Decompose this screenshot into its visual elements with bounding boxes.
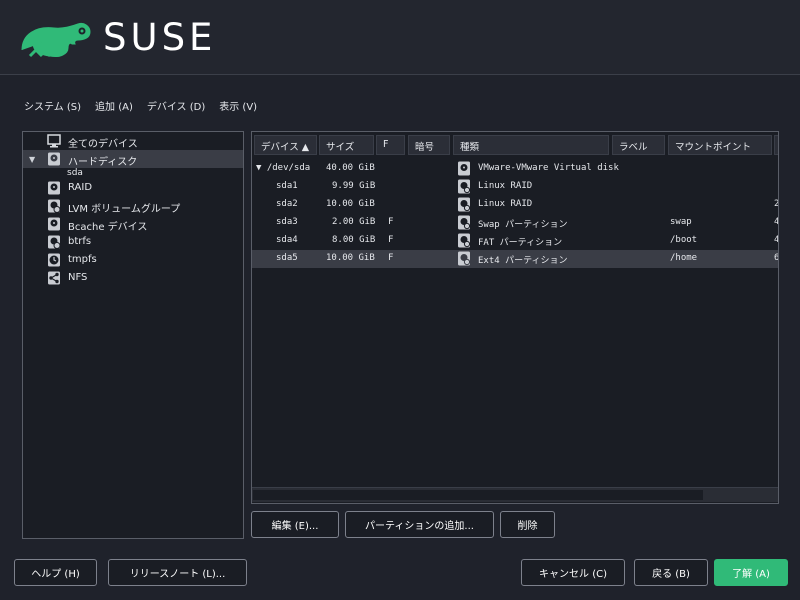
expand-arrow-icon[interactable]: ▼ — [29, 155, 35, 164]
tree-item-tmpfs[interactable]: tmpfs — [23, 251, 243, 269]
cell-overflow: 6 — [774, 253, 779, 263]
cell-device: ▼ /dev/sda — [256, 163, 311, 173]
help-button[interactable]: ヘルプ (H) — [14, 559, 97, 586]
column-header-device[interactable]: デバイス ▲ — [254, 135, 317, 155]
cell-size: 8.00 GiB — [332, 235, 376, 245]
tree-item-lvm[interactable]: LVM ボリュームグループ — [23, 197, 243, 215]
cell-size: 9.99 GiB — [332, 181, 376, 191]
cell-type: Ext4 パーティション — [478, 256, 568, 266]
table-row-sda1[interactable]: sda1 9.99 GiB Linux RAID — [252, 178, 778, 196]
table-row-sda2[interactable]: sda2 10.00 GiB Linux RAID 2 — [252, 196, 778, 214]
tree-label: 全てのデバイス — [68, 139, 138, 150]
brand-name: SUSE — [103, 16, 217, 59]
cell-overflow: 4 — [774, 217, 779, 227]
table-row-sda4[interactable]: sda4 8.00 GiB F FAT パーティション /boot 4 — [252, 232, 778, 250]
tree-label: ハードディスク — [68, 157, 138, 168]
cancel-button[interactable]: キャンセル (C) — [521, 559, 625, 586]
device-tree: 全てのデバイス ▼ ハードディスク sda RAID LVM ボリュームグループ… — [22, 131, 244, 539]
partition-icon — [458, 251, 471, 266]
device-table: デバイス ▲ サイズ F 暗号 種類 ラベル マウントポイント ▼ /dev/s… — [251, 131, 779, 504]
column-header-f[interactable]: F — [376, 135, 405, 155]
menu-system[interactable]: システム (S) — [24, 98, 81, 113]
cell-device: sda1 — [276, 181, 298, 191]
partition-icon — [458, 215, 471, 230]
tree-item-sda[interactable]: sda — [67, 168, 83, 178]
partition-icon — [458, 197, 471, 212]
cell-size: 40.00 GiB — [326, 163, 375, 173]
tree-item-raid[interactable]: RAID — [23, 179, 243, 197]
column-header-type[interactable]: 種類 — [453, 135, 609, 155]
partition-icon — [458, 179, 471, 194]
tree-item-btrfs[interactable]: btrfs — [23, 233, 243, 251]
header-bar: SUSE — [0, 0, 800, 75]
cell-device: sda2 — [276, 199, 298, 209]
lvm-icon — [48, 199, 61, 213]
tree-item-all-devices[interactable]: 全てのデバイス — [23, 132, 243, 150]
table-row-sda[interactable]: ▼ /dev/sda 40.00 GiB VMware-VMware Virtu… — [252, 160, 778, 178]
cell-device: sda4 — [276, 235, 298, 245]
monitor-icon — [47, 134, 61, 148]
cell-device: sda3 — [276, 217, 298, 227]
cell-device: sda5 — [276, 253, 298, 263]
btrfs-icon — [48, 235, 61, 249]
cell-overflow: 2 — [774, 199, 779, 209]
tree-label: tmpfs — [68, 254, 97, 265]
horizontal-scrollbar[interactable] — [252, 487, 778, 502]
disk-icon — [458, 161, 470, 176]
cell-type: VMware-VMware Virtual disk — [478, 163, 619, 173]
cell-mount: /boot — [670, 235, 698, 245]
cell-mount: swap — [670, 217, 692, 227]
back-button[interactable]: 戻る (B) — [634, 559, 708, 586]
hard-disk-icon — [48, 152, 60, 166]
cell-type: FAT パーティション — [478, 238, 563, 248]
cell-f: F — [388, 217, 394, 227]
column-header-overflow — [774, 135, 778, 155]
cell-type: Linux RAID — [478, 181, 533, 191]
delete-button[interactable]: 削除 — [500, 511, 555, 538]
add-partition-button[interactable]: パーティションの追加... — [345, 511, 494, 538]
partition-icon — [458, 233, 471, 248]
cell-size: 2.00 GiB — [332, 217, 376, 227]
release-notes-button[interactable]: リリースノート (L)... — [108, 559, 247, 586]
ok-button[interactable]: 了解 (A) — [714, 559, 788, 586]
bcache-icon — [48, 217, 60, 231]
cell-f: F — [388, 235, 394, 245]
tree-label: NFS — [68, 272, 88, 283]
tree-label: LVM ボリュームグループ — [68, 204, 181, 215]
cell-size: 10.00 GiB — [326, 253, 375, 263]
menu-bar: システム (S) 追加 (A) デバイス (D) 表示 (V) — [24, 98, 257, 113]
column-header-label[interactable]: ラベル — [612, 135, 665, 155]
tree-label: RAID — [68, 182, 93, 193]
menu-add[interactable]: 追加 (A) — [95, 98, 133, 113]
tree-item-hard-disks[interactable]: ▼ ハードディスク — [23, 150, 243, 168]
cell-f: F — [388, 253, 394, 263]
cell-type: Linux RAID — [478, 199, 533, 209]
cell-mount: /home — [670, 253, 698, 263]
menu-device[interactable]: デバイス (D) — [147, 98, 205, 113]
table-row-sda3[interactable]: sda3 2.00 GiB F Swap パーティション swap 4 — [252, 214, 778, 232]
tree-item-bcache[interactable]: Bcache デバイス — [23, 215, 243, 233]
cell-size: 10.00 GiB — [326, 199, 375, 209]
clock-icon — [48, 253, 60, 267]
scrollbar-thumb[interactable] — [253, 490, 703, 500]
cell-overflow: 4 — [774, 235, 779, 245]
share-icon — [48, 271, 60, 285]
raid-icon — [48, 181, 60, 195]
column-header-encrypted[interactable]: 暗号 — [408, 135, 450, 155]
column-header-mount-point[interactable]: マウントポイント — [668, 135, 772, 155]
edit-button[interactable]: 編集 (E)... — [251, 511, 339, 538]
cell-type: Swap パーティション — [478, 220, 568, 230]
tree-item-nfs[interactable]: NFS — [23, 269, 243, 287]
column-header-size[interactable]: サイズ — [319, 135, 374, 155]
tree-label: btrfs — [68, 236, 92, 247]
table-row-sda5[interactable]: sda5 10.00 GiB F Ext4 パーティション /home 6 — [252, 250, 778, 268]
menu-view[interactable]: 表示 (V) — [219, 98, 257, 113]
tree-label: Bcache デバイス — [68, 222, 148, 233]
suse-chameleon-logo — [21, 23, 91, 58]
